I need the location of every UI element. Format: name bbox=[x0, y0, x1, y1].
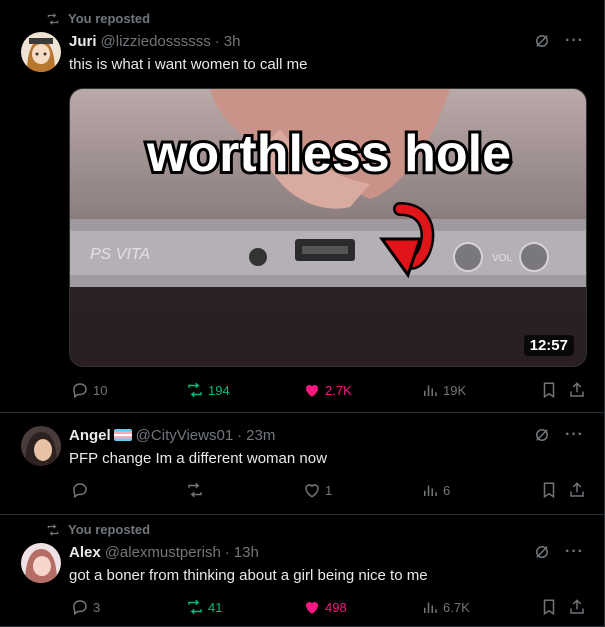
repost-icon bbox=[188, 599, 202, 615]
share-button[interactable] bbox=[568, 598, 586, 616]
repost-label: You reposted bbox=[68, 522, 151, 537]
video-duration: 12:57 bbox=[523, 335, 574, 356]
share-button[interactable] bbox=[568, 481, 586, 499]
more-icon[interactable]: ··· bbox=[565, 32, 584, 50]
timeline-feed: You reposted Juri @lizziedossssss · 3h ·… bbox=[0, 0, 605, 627]
post[interactable]: You reposted Juri @lizziedossssss · 3h ·… bbox=[0, 0, 604, 413]
separator-dot: · bbox=[237, 426, 243, 444]
repost-button[interactable] bbox=[186, 481, 208, 499]
like-count: 498 bbox=[325, 599, 347, 615]
repost-indicator: You reposted bbox=[46, 11, 150, 26]
views-count: 6.7K bbox=[443, 599, 470, 615]
post-header: Alex @alexmustperish · 13h ··· bbox=[69, 543, 584, 561]
action-bar: 1 6 bbox=[69, 479, 587, 501]
separator-dot: · bbox=[214, 32, 220, 50]
bookmark-icon bbox=[543, 599, 555, 616]
like-button[interactable]: 498 bbox=[303, 598, 347, 616]
repost-button[interactable]: 41 bbox=[186, 598, 222, 616]
separator-dot: · bbox=[224, 543, 230, 561]
reply-icon bbox=[73, 600, 87, 616]
bookmark-button[interactable] bbox=[540, 598, 558, 616]
like-button[interactable]: 1 bbox=[303, 481, 332, 499]
post-text: this is what i want women to call me bbox=[69, 56, 308, 73]
more-icon[interactable]: ··· bbox=[565, 543, 584, 561]
repost-count: 194 bbox=[208, 382, 230, 398]
repost-icon bbox=[47, 523, 59, 536]
reply-button[interactable] bbox=[71, 481, 93, 499]
views-count: 19K bbox=[443, 382, 467, 398]
action-bar: 10 194 2.7K 19K bbox=[69, 379, 587, 401]
repost-button[interactable]: 194 bbox=[186, 381, 230, 399]
share-icon bbox=[570, 382, 584, 397]
repost-count: 41 bbox=[208, 599, 223, 615]
post-time[interactable]: 13h bbox=[234, 544, 259, 561]
post[interactable]: You reposted Alex @alexmustperish · 13h … bbox=[0, 515, 604, 627]
reply-count: 10 bbox=[93, 382, 108, 398]
views-button[interactable]: 6 bbox=[421, 481, 450, 499]
author-handle[interactable]: @alexmustperish bbox=[105, 544, 221, 561]
views-count: 6 bbox=[443, 482, 451, 498]
repost-icon bbox=[188, 482, 202, 498]
reply-button[interactable]: 10 bbox=[71, 381, 107, 399]
repost-icon bbox=[188, 382, 202, 398]
author-name[interactable]: Alex bbox=[69, 544, 101, 561]
video-media[interactable]: PS VITA VOL worthless hole 12:57 bbox=[69, 88, 587, 367]
like-count: 2.7K bbox=[325, 382, 352, 398]
action-bar: 3 41 498 6.7K bbox=[69, 596, 587, 618]
heart-icon bbox=[305, 484, 319, 498]
bookmark-button[interactable] bbox=[540, 381, 558, 399]
reply-count: 3 bbox=[93, 599, 101, 615]
post-header: Angel @CityViews01 · 23m ··· bbox=[69, 426, 584, 444]
trans-flag-icon bbox=[113, 429, 132, 441]
reply-icon bbox=[73, 383, 87, 399]
device-label: PS VITA bbox=[90, 246, 150, 263]
reply-button[interactable]: 3 bbox=[71, 598, 100, 616]
views-icon bbox=[424, 485, 437, 496]
views-button[interactable]: 19K bbox=[421, 381, 466, 399]
avatar[interactable] bbox=[21, 543, 61, 583]
share-icon bbox=[570, 599, 584, 614]
views-icon bbox=[424, 385, 437, 396]
post-text: PFP change Im a different woman now bbox=[69, 450, 327, 467]
post-time[interactable]: 23m bbox=[246, 427, 275, 444]
views-button[interactable]: 6.7K bbox=[421, 598, 470, 616]
share-button[interactable] bbox=[568, 381, 586, 399]
author-handle[interactable]: @lizziedossssss bbox=[101, 33, 211, 50]
more-icon[interactable]: ··· bbox=[565, 426, 584, 444]
author-name[interactable]: Angel bbox=[69, 427, 111, 444]
repost-label: You reposted bbox=[68, 11, 151, 26]
video-thumbnail: PS VITA VOL worthless hole bbox=[70, 89, 586, 366]
heart-icon bbox=[305, 601, 319, 614]
bookmark-button[interactable] bbox=[540, 481, 558, 499]
like-count: 1 bbox=[325, 482, 333, 498]
repost-indicator: You reposted bbox=[46, 522, 150, 537]
reply-icon bbox=[73, 483, 87, 499]
repost-icon bbox=[47, 12, 59, 25]
author-handle[interactable]: @CityViews01 bbox=[136, 427, 234, 444]
like-button[interactable]: 2.7K bbox=[303, 381, 352, 399]
avatar[interactable] bbox=[21, 32, 61, 72]
post[interactable]: Angel @CityViews01 · 23m ··· PFP change … bbox=[0, 413, 604, 515]
post-header: Juri @lizziedossssss · 3h ··· bbox=[69, 32, 584, 50]
grok-icon[interactable] bbox=[533, 543, 551, 561]
views-icon bbox=[424, 602, 437, 613]
grok-icon[interactable] bbox=[533, 32, 551, 50]
post-text: got a boner from thinking about a girl b… bbox=[69, 567, 428, 584]
share-icon bbox=[570, 482, 584, 497]
post-time[interactable]: 3h bbox=[224, 33, 241, 50]
author-name[interactable]: Juri bbox=[69, 33, 97, 50]
bookmark-icon bbox=[543, 382, 555, 399]
video-caption: worthless hole bbox=[146, 125, 511, 183]
grok-icon[interactable] bbox=[533, 426, 551, 444]
avatar[interactable] bbox=[21, 426, 61, 466]
bookmark-icon bbox=[543, 482, 555, 499]
device-button-label: VOL bbox=[492, 253, 512, 264]
heart-icon bbox=[305, 384, 319, 397]
